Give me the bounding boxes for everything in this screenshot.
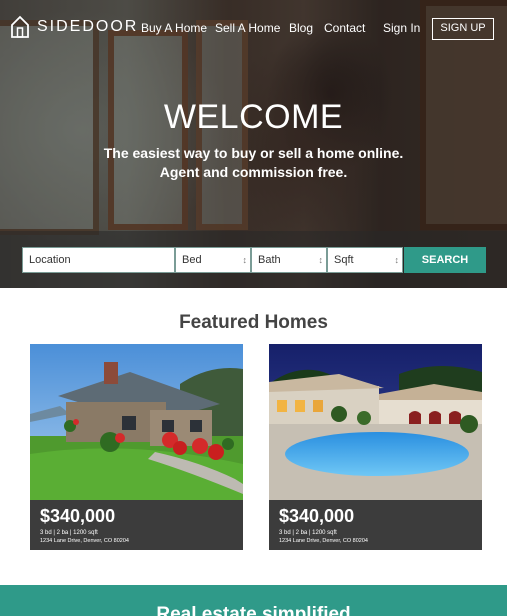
select-arrows-icon: ↕ xyxy=(318,255,324,265)
top-nav: SIDEDOOR Buy A Home Sell A Home Blog Con… xyxy=(0,0,507,56)
house-icon xyxy=(11,15,29,38)
logo[interactable]: SIDEDOOR xyxy=(10,15,138,39)
bath-select[interactable]: Bath ↕ xyxy=(251,247,327,273)
home-address: 1234 Lane Drive, Denver, CO 80204 xyxy=(40,538,129,544)
featured-homes-heading: Featured Homes xyxy=(179,312,328,333)
sign-up-button[interactable]: SIGN UP xyxy=(432,18,494,40)
home-card-info: $340,000 3 bd | 2 ba | 1200 sqft 1234 La… xyxy=(30,500,243,550)
logo-text: SIDEDOOR xyxy=(37,18,139,35)
sqft-select[interactable]: Sqft ↕ xyxy=(327,247,403,273)
pool-villa-image xyxy=(269,344,482,500)
hero-title: WELCOME xyxy=(163,98,344,136)
hero-tagline-line2: Agent and commission free. xyxy=(159,164,348,180)
home-price: $340,000 xyxy=(279,506,355,526)
home-card-info: $340,000 3 bd | 2 ba | 1200 sqft 1234 La… xyxy=(269,500,482,550)
home-price: $340,000 xyxy=(40,506,116,526)
bath-select-value: Bath xyxy=(258,254,281,266)
search-button[interactable]: SEARCH xyxy=(404,247,486,273)
nav-link-buy[interactable]: Buy A Home xyxy=(141,21,207,35)
nav-link-sell[interactable]: Sell A Home xyxy=(215,21,280,35)
home-photo[interactable] xyxy=(269,344,482,500)
bed-select-value: Bed xyxy=(182,254,202,266)
home-specs: 3 bd | 2 ba | 1200 sqft xyxy=(40,530,98,536)
home-card[interactable]: $340,000 3 bd | 2 ba | 1200 sqft 1234 La… xyxy=(269,344,482,550)
bed-select[interactable]: Bed ↕ xyxy=(175,247,251,273)
nav-link-blog[interactable]: Blog xyxy=(289,21,313,35)
band-heading: Real estate simplified xyxy=(156,604,351,616)
location-input-value: Location xyxy=(29,254,71,266)
select-arrows-icon: ↕ xyxy=(242,255,248,265)
hero-tagline-line1: The easiest way to buy or sell a home on… xyxy=(103,145,404,161)
select-arrows-icon: ↕ xyxy=(394,255,400,265)
sign-in-link[interactable]: Sign In xyxy=(383,21,420,35)
location-input[interactable]: Location xyxy=(22,247,175,273)
home-address: 1234 Lane Drive, Denver, CO 80204 xyxy=(279,538,368,544)
nav-link-contact[interactable]: Contact xyxy=(324,21,365,35)
sqft-select-value: Sqft xyxy=(334,254,354,266)
home-card[interactable]: $340,000 3 bd | 2 ba | 1200 sqft 1234 La… xyxy=(30,344,243,550)
home-specs: 3 bd | 2 ba | 1200 sqft xyxy=(279,530,337,536)
section-band: Real estate simplified xyxy=(0,585,507,616)
stone-cottage-image xyxy=(30,344,243,500)
home-photo[interactable] xyxy=(30,344,243,500)
